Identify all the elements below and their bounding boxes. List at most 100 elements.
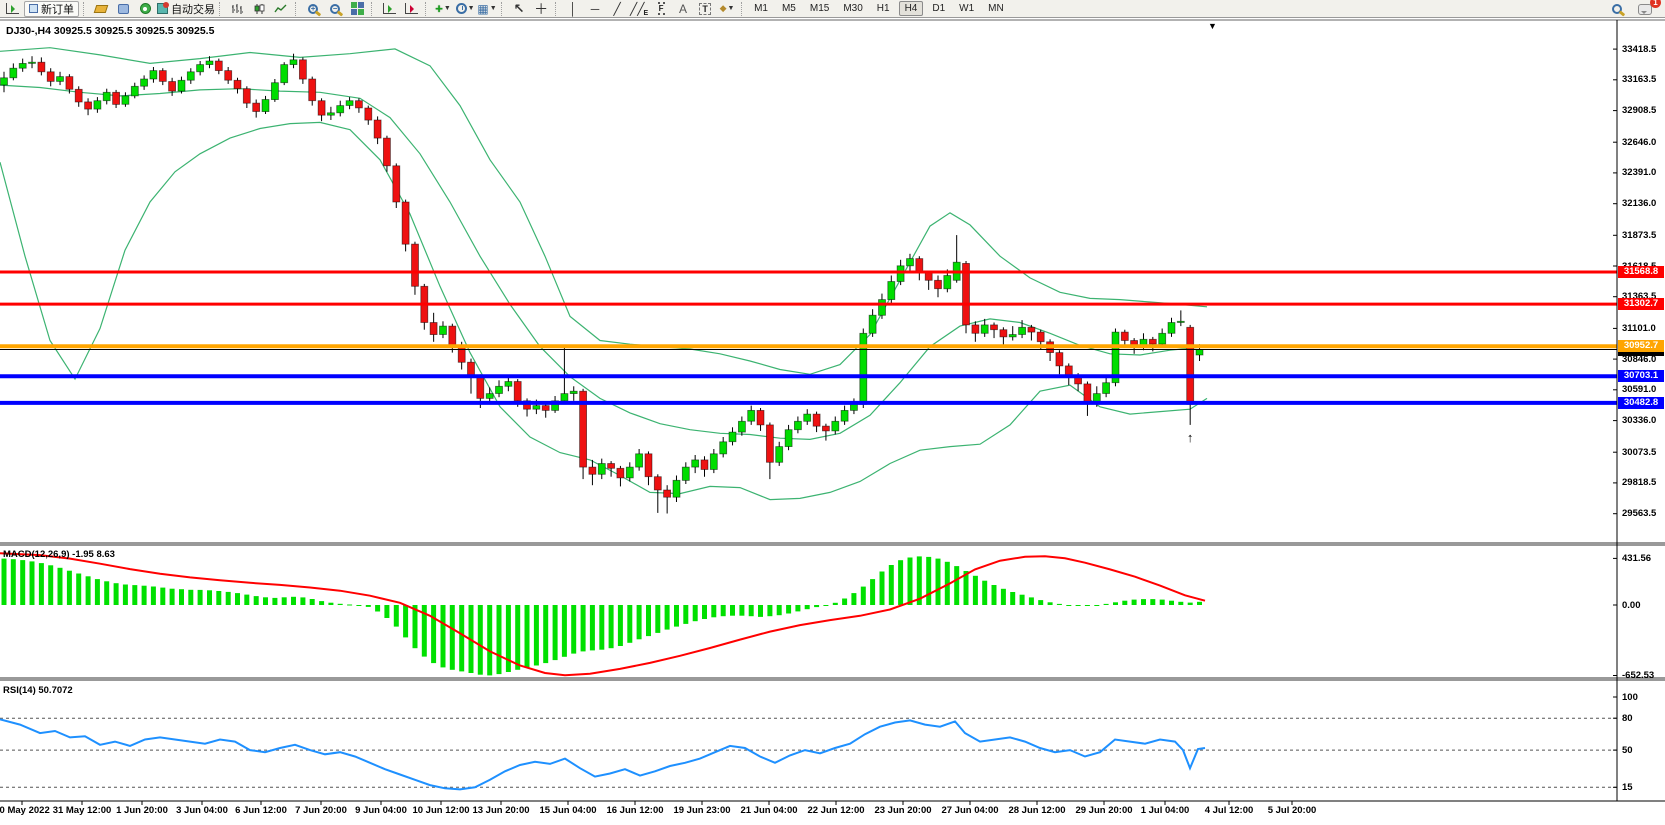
price-axis-label: 33163.5 (1622, 74, 1656, 85)
rsi-axis-label: 50 (1622, 745, 1633, 756)
vertical-line-icon[interactable]: │ (563, 1, 583, 17)
time-axis-label: 1 Jul 04:00 (1141, 805, 1190, 816)
zoom-in-icon[interactable]: + (303, 1, 323, 17)
timeframe-group: M1 M5 M15 M30 H1 H4D1 W1 MN (749, 1, 1009, 16)
new-order-icon (29, 4, 38, 13)
price-axis-label: 30073.5 (1622, 447, 1656, 458)
time-axis-label: 31 May 12:00 (53, 805, 112, 816)
timeframe-W1[interactable]: W1 (954, 1, 979, 16)
toolbar-separator (555, 2, 559, 16)
auto-scroll-icon[interactable] (379, 1, 399, 17)
toolbar-separator (83, 2, 87, 16)
rsi-line (0, 719, 1205, 789)
bollinger-bands (0, 48, 1207, 500)
label-tool-icon[interactable]: T (695, 1, 715, 17)
new-order-label: 新订单 (41, 1, 74, 17)
price-axis-label: 29818.5 (1622, 477, 1656, 488)
macd-histogram (2, 556, 1203, 675)
toolbar-separator (371, 2, 375, 16)
level-price-label: 31302.7 (1618, 298, 1664, 310)
rsi-axis-label: 80 (1622, 713, 1633, 724)
notification-badge: 1 (1650, 0, 1661, 8)
chart-shift-icon[interactable] (401, 1, 421, 17)
time-axis-label: 19 Jun 23:00 (673, 805, 730, 816)
signals-icon[interactable] (135, 1, 155, 17)
time-axis-label: 3 Jun 04:00 (176, 805, 228, 816)
time-axis-label: 9 Jun 04:00 (355, 805, 407, 816)
timeframe-M5[interactable]: M5 (777, 1, 801, 16)
rsi-axis-label: 100 (1622, 692, 1638, 703)
chat-icon[interactable]: 1 (1635, 1, 1655, 17)
time-axis-label: 21 Jun 04:00 (740, 805, 797, 816)
timeframe-M15[interactable]: M15 (805, 1, 834, 16)
timeframe-MN[interactable]: MN (983, 1, 1009, 16)
price-axis-label: 32136.0 (1622, 198, 1656, 209)
trendline-icon[interactable]: ╱ (607, 1, 627, 17)
toolbar-separator (501, 2, 505, 16)
toolbar-separator (425, 2, 429, 16)
level-price-label: 30952.7 (1618, 340, 1664, 352)
time-axis-label: 10 Jun 12:00 (412, 805, 469, 816)
time-axis-label: 29 Jun 20:00 (1075, 805, 1132, 816)
price-axis-label: 30336.0 (1622, 415, 1656, 426)
toolbar-separator (741, 2, 745, 16)
equidistant-channel-icon[interactable]: ╱╱E (629, 1, 649, 17)
time-axis-label: 1 Jun 20:00 (116, 805, 168, 816)
macd-axis-label: -652.53 (1622, 670, 1654, 681)
time-axis-label: 16 Jun 12:00 (606, 805, 663, 816)
templates-button[interactable]: ▦▼ (477, 1, 497, 17)
cursor-icon[interactable]: ↖ (509, 1, 529, 17)
toolbar-separator (219, 2, 223, 16)
price-axis-label: 32908.5 (1622, 105, 1656, 116)
toolbar: 新订单 自动交易 + − +▼ ▼ ▦▼ ↖ (0, 0, 1665, 18)
timeframe-M30[interactable]: M30 (838, 1, 867, 16)
arrows-tool-icon[interactable]: ◆▼ (717, 1, 737, 17)
time-axis-label: 7 Jun 20:00 (295, 805, 347, 816)
new-order-button[interactable]: 新订单 (24, 1, 79, 17)
price-axis-label: 33418.5 (1622, 44, 1656, 55)
market-icon[interactable] (91, 1, 111, 17)
timeframe-D1[interactable]: D1 (927, 1, 950, 16)
timeframe-H4[interactable]: H4 (899, 1, 924, 16)
chart-window: DJ30-,H4 30925.5 30925.5 30925.5 30925.5… (0, 19, 1665, 825)
time-axis-label: 27 Jun 04:00 (941, 805, 998, 816)
time-axis-label: 23 Jun 20:00 (874, 805, 931, 816)
candlestick-chart-icon[interactable] (249, 1, 269, 17)
app-icon (2, 1, 22, 17)
price-axis-label: 32646.0 (1622, 137, 1656, 148)
time-axis-label: 5 Jul 20:00 (1268, 805, 1317, 816)
time-axis-label: 6 Jun 12:00 (235, 805, 287, 816)
macd-axis-label: 431.56 (1622, 553, 1651, 564)
bar-chart-icon[interactable] (227, 1, 247, 17)
auto-trading-label: 自动交易 (171, 1, 215, 17)
price-axis-label: 31101.0 (1622, 323, 1656, 334)
rsi-label: RSI(14) 50.7072 (3, 685, 73, 696)
buy-arrow-icon: ↑ (1187, 430, 1194, 445)
timeframe-H1[interactable]: H1 (872, 1, 895, 16)
macd-label: MACD(12,26,9) -1.95 8.63 (3, 549, 115, 560)
time-axis-label: 13 Jun 20:00 (472, 805, 529, 816)
tile-windows-icon[interactable] (347, 1, 367, 17)
mt4-window: 新订单 自动交易 + − +▼ ▼ ▦▼ ↖ (0, 0, 1665, 825)
indicators-button[interactable]: +▼ (433, 1, 453, 17)
macd-axis-label: 0.00 (1622, 600, 1641, 611)
hosting-icon[interactable] (113, 1, 133, 17)
chart-canvas[interactable] (0, 19, 1665, 825)
text-tool-icon[interactable]: A (673, 1, 693, 17)
price-axis-label: 30591.0 (1622, 384, 1656, 395)
rsi-axis-label: 15 (1622, 782, 1633, 793)
time-axis-label: 30 May 2022 (0, 805, 50, 816)
periods-button[interactable]: ▼ (455, 1, 475, 17)
crosshair-icon[interactable]: ＋ (531, 1, 551, 17)
auto-trading-icon (157, 3, 168, 14)
auto-trading-button[interactable]: 自动交易 (157, 1, 215, 17)
search-icon[interactable] (1607, 1, 1627, 17)
toolbar-separator (295, 2, 299, 16)
line-chart-icon[interactable] (271, 1, 291, 17)
timeframe-M1[interactable]: M1 (749, 1, 773, 16)
fibonacci-icon[interactable]: F (651, 1, 671, 17)
level-price-label: 30482.8 (1618, 397, 1664, 409)
level-price-label: 31568.8 (1618, 266, 1664, 278)
horizontal-line-icon[interactable]: ─ (585, 1, 605, 17)
zoom-out-icon[interactable]: − (325, 1, 345, 17)
